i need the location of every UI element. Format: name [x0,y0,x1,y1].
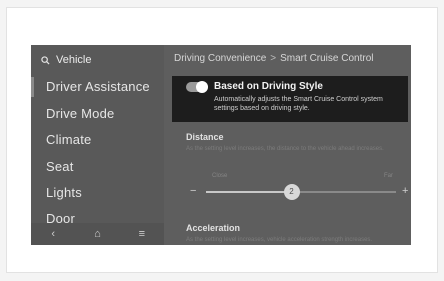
setting-title: Based on Driving Style [214,81,323,92]
distance-min-label: Close [212,173,228,179]
back-arrow-icon[interactable]: ‹ [43,228,63,240]
sidebar-item-driver-assistance[interactable]: Driver Assistance [31,77,150,97]
sidebar-item-seat[interactable]: Seat [46,159,74,174]
search-icon [41,55,50,65]
distance-slider-fill [206,191,292,193]
sidebar-item-label: Driver Assistance [46,79,150,94]
breadcrumb-current: Smart Cruise Control [280,53,374,64]
distance-slider-thumb[interactable]: 2 [283,184,300,200]
driving-style-toggle[interactable] [186,81,208,93]
sidebar-item-lights[interactable]: Lights [46,185,82,200]
breadcrumb-separator: > [270,53,277,64]
home-icon[interactable]: ⌂ [87,228,107,240]
distance-max-label: Far [384,173,393,179]
menu-icon[interactable]: ≡ [132,228,152,240]
sidebar-item-label: Seat [46,159,74,174]
sidebar-item-label: Lights [46,185,82,200]
search-label: Vehicle [56,54,92,66]
sidebar-item-drive-mode[interactable]: Drive Mode [46,106,114,121]
breadcrumb: Driving Convenience > Smart Cruise Control [174,53,373,64]
breadcrumb-parent[interactable]: Driving Convenience [174,53,266,64]
sidebar-item-climate[interactable]: Climate [46,132,91,147]
sidebar: Vehicle Driver Assistance Drive Mode Cli… [31,45,164,245]
infotainment-screen: Vehicle Driver Assistance Drive Mode Cli… [31,45,411,245]
acceleration-description: As the setting level increases, vehicle … [186,237,373,243]
driving-style-setting[interactable]: Based on Driving Style Automatically adj… [172,76,408,122]
distance-description: As the setting level increases, the dist… [186,146,384,152]
bottom-nav: ‹ ⌂ ≡ [31,223,164,245]
setting-description: Automatically adjusts the Smart Cruise C… [214,96,383,112]
distance-decrease-button[interactable]: − [190,185,196,197]
distance-slider-track[interactable]: 2 [206,184,396,200]
distance-increase-button[interactable]: + [402,185,408,197]
settings-content: Driving Convenience > Smart Cruise Control… [164,45,411,245]
acceleration-title: Acceleration [186,223,241,233]
sidebar-item-label: Climate [46,132,92,147]
search-bar[interactable]: Vehicle [41,51,91,69]
distance-title: Distance [186,132,224,142]
toggle-knob [196,81,208,93]
sidebar-item-label: Drive Mode [46,106,115,121]
